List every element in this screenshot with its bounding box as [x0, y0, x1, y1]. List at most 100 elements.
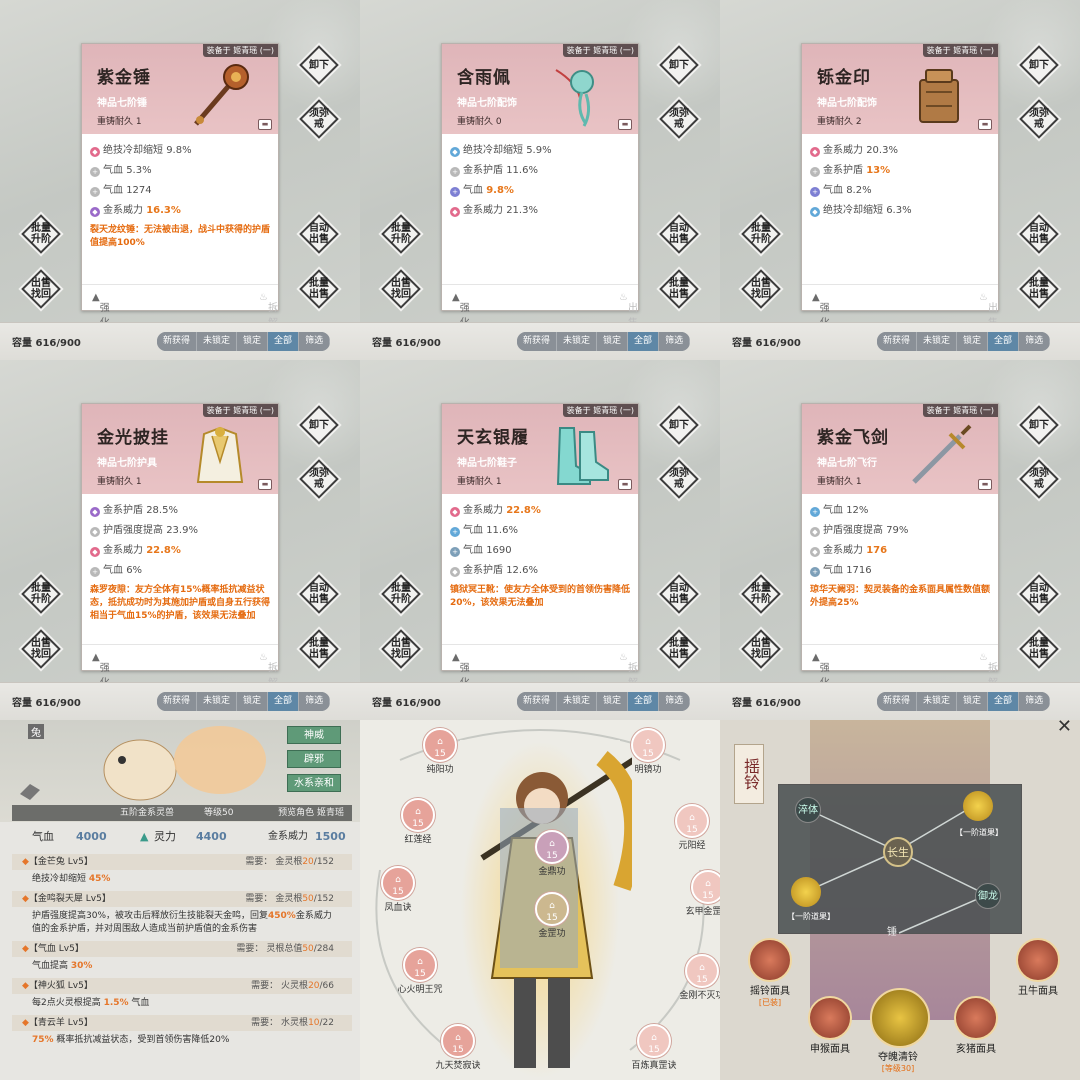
enhance-button[interactable]: ▲ 强化 — [92, 652, 110, 689]
skill-node[interactable]: ⌂ 15 金罡功 — [534, 892, 570, 939]
unequip-button[interactable]: 卸下 — [659, 405, 699, 445]
auto-sell-button[interactable]: 自动出售 — [1019, 574, 1059, 614]
auto-sell-button[interactable]: 自动出售 — [659, 214, 699, 254]
sumeru-ring-button[interactable]: 须弥戒 — [659, 459, 699, 499]
batch-sell-button[interactable]: 批量出售 — [1019, 629, 1059, 669]
sell-recover-button[interactable]: 出售找回 — [21, 629, 61, 669]
tab-2[interactable]: 锁定 — [597, 692, 629, 711]
sell-recover-button[interactable]: 出售找回 — [381, 629, 421, 669]
item-card[interactable]: 装备于 姬青瑶 (一) 紫金锤 神品七阶锤 重铸耐久 1 ▬ ◆ 绝技冷却缩短 9… — [81, 43, 279, 329]
tab-4[interactable]: 筛选 — [299, 692, 331, 711]
tab-4[interactable]: 筛选 — [1019, 692, 1051, 711]
tab-1[interactable]: 未锁定 — [557, 332, 598, 351]
item-card[interactable]: 装备于 姬青瑶 (一) 天玄银履 神品七阶鞋子 重铸耐久 1 ▬ ◆ 金系威力 2… — [441, 403, 639, 689]
batch-upgrade-button[interactable]: 批量升阶 — [741, 574, 781, 614]
sumeru-ring-button[interactable]: 须弥戒 — [1019, 99, 1059, 139]
tab-3[interactable]: 全部 — [268, 692, 300, 711]
lock-icon[interactable]: ▬ — [618, 479, 632, 490]
tab-0[interactable]: 新获得 — [517, 332, 558, 351]
fruit-icon[interactable] — [963, 791, 993, 821]
tab-1[interactable]: 未锁定 — [197, 692, 238, 711]
tab-3[interactable]: 全部 — [988, 332, 1020, 351]
auto-sell-button[interactable]: 自动出售 — [299, 214, 339, 254]
skill-node[interactable]: ⌂ 15 纯阳功 — [422, 728, 458, 775]
sumeru-ring-button[interactable]: 须弥戒 — [299, 99, 339, 139]
batch-upgrade-button[interactable]: 批量升阶 — [381, 214, 421, 254]
tab-2[interactable]: 锁定 — [957, 332, 989, 351]
skill-node[interactable]: ⌂ 15 金刚不灭功 — [679, 954, 720, 1001]
unequip-button[interactable]: 卸下 — [299, 405, 339, 445]
batch-sell-button[interactable]: 批量出售 — [299, 269, 339, 309]
batch-upgrade-button[interactable]: 批量升阶 — [741, 214, 781, 254]
tab-4[interactable]: 筛选 — [659, 332, 691, 351]
sumeru-ring-button[interactable]: 须弥戒 — [1019, 459, 1059, 499]
tab-1[interactable]: 未锁定 — [197, 332, 238, 351]
preview-character[interactable]: 预览角色 姬青瑶 — [278, 805, 344, 821]
batch-upgrade-button[interactable]: 批量升阶 — [21, 214, 61, 254]
skill-node[interactable]: ⌂ 15 凤血诀 — [380, 866, 416, 913]
batch-upgrade-button[interactable]: 批量升阶 — [381, 574, 421, 614]
dismantle-button[interactable]: ♨ 拆解 — [979, 652, 998, 689]
skill-node[interactable]: ⌂ 15 金鼎功 — [534, 830, 570, 877]
lock-icon[interactable]: ▬ — [618, 119, 632, 130]
item-card[interactable]: 装备于 姬青瑶 (一) 铄金印 神品七阶配饰 重铸耐久 2 ▬ ◆ 金系威力 20… — [801, 43, 999, 329]
sumeru-ring-button[interactable]: 须弥戒 — [299, 459, 339, 499]
fruit-icon[interactable] — [791, 877, 821, 907]
tab-0[interactable]: 新获得 — [517, 692, 558, 711]
mask-slot[interactable]: 亥猪面具 — [948, 996, 1004, 1055]
lock-icon[interactable]: ▬ — [978, 479, 992, 490]
beast-trait-button[interactable]: 神威 — [287, 726, 341, 744]
mask-slot[interactable]: 申猴面具 — [802, 996, 858, 1055]
tab-0[interactable]: 新获得 — [877, 332, 918, 351]
beast-trait-button[interactable]: 辟邪 — [287, 750, 341, 768]
enhance-button[interactable]: ▲ 强化 — [812, 292, 830, 329]
enhance-button[interactable]: ▲ 强化 — [452, 292, 470, 329]
tab-2[interactable]: 锁定 — [237, 332, 269, 351]
dismantle-button[interactable]: ♨ 出售 — [619, 292, 638, 329]
dismantle-button[interactable]: ♨ 拆解 — [259, 652, 278, 689]
tab-1[interactable]: 未锁定 — [557, 692, 598, 711]
mask-slot[interactable]: 夺魄清铃 [等级30] — [870, 988, 930, 1074]
tab-4[interactable]: 筛选 — [659, 692, 691, 711]
auto-sell-button[interactable]: 自动出售 — [1019, 214, 1059, 254]
item-card[interactable]: 装备于 姬青瑶 (一) 紫金飞剑 神品七阶飞行 重铸耐久 1 ▬ + 气血 12%… — [801, 403, 999, 689]
skill-node[interactable]: ⌂ 15 明镜功 — [630, 728, 666, 775]
tab-0[interactable]: 新获得 — [877, 692, 918, 711]
sell-recover-button[interactable]: 出售找回 — [741, 629, 781, 669]
batch-sell-button[interactable]: 批量出售 — [299, 629, 339, 669]
tab-0[interactable]: 新获得 — [157, 692, 198, 711]
skill-node[interactable]: ⌂15 玄甲金罡诀 — [685, 870, 720, 917]
dismantle-button[interactable]: ♨ 出售 — [979, 292, 998, 329]
skill-node[interactable]: ⌂ 15 百炼真罡诀 — [631, 1024, 677, 1071]
dismantle-button[interactable]: ♨ 拆解 — [619, 652, 638, 689]
tab-1[interactable]: 未锁定 — [917, 332, 958, 351]
tab-3[interactable]: 全部 — [628, 332, 660, 351]
tab-4[interactable]: 筛选 — [299, 332, 331, 351]
path-node[interactable]: 淬体 — [795, 797, 821, 823]
skill-node[interactable]: ⌂ 15 心火明王咒 — [397, 948, 443, 995]
lock-icon[interactable]: ▬ — [978, 119, 992, 130]
skill-node[interactable]: ⌂ 15 九天焚寂诀 — [435, 1024, 481, 1071]
tab-2[interactable]: 锁定 — [237, 692, 269, 711]
enhance-button[interactable]: ▲ 强化 — [452, 652, 470, 689]
lock-icon[interactable]: ▬ — [258, 479, 272, 490]
unequip-button[interactable]: 卸下 — [299, 45, 339, 85]
tab-3[interactable]: 全部 — [268, 332, 300, 351]
path-node[interactable]: 长生 — [883, 837, 913, 867]
close-icon[interactable]: ✕ — [1057, 720, 1072, 737]
batch-sell-button[interactable]: 批量出售 — [1019, 269, 1059, 309]
skill-node[interactable]: ⌂ 15 红莲经 — [400, 798, 436, 845]
mask-slot[interactable]: 丑牛面具 — [1010, 938, 1066, 997]
beast-trait-button[interactable]: 水系亲和 — [287, 774, 341, 792]
skill-node[interactable]: ⌂ 15 元阳经 — [674, 804, 710, 851]
sell-recover-button[interactable]: 出售找回 — [381, 269, 421, 309]
tab-0[interactable]: 新获得 — [157, 332, 198, 351]
unequip-button[interactable]: 卸下 — [659, 45, 699, 85]
lock-icon[interactable]: ▬ — [258, 119, 272, 130]
tab-3[interactable]: 全部 — [628, 692, 660, 711]
unequip-button[interactable]: 卸下 — [1019, 405, 1059, 445]
item-card[interactable]: 装备于 姬青瑶 (一) 金光披挂 神品七阶护具 重铸耐久 1 ▬ ◆ 金系护盾 2… — [81, 403, 279, 689]
tab-2[interactable]: 锁定 — [597, 332, 629, 351]
batch-sell-button[interactable]: 批量出售 — [659, 629, 699, 669]
tab-3[interactable]: 全部 — [988, 692, 1020, 711]
